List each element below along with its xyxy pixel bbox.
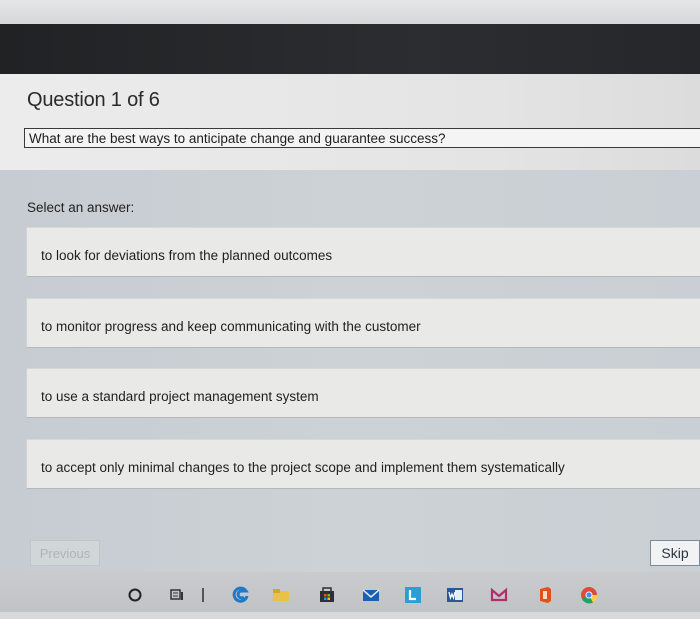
top-bezel — [0, 0, 700, 24]
answer-option-text: to look for deviations from the planned … — [41, 248, 333, 263]
word-icon[interactable] — [446, 586, 464, 604]
app-icon[interactable] — [490, 586, 508, 604]
answer-option-2[interactable]: to monitor progress and keep communicati… — [26, 298, 700, 348]
answer-option-text: to use a standard project management sys… — [41, 389, 319, 404]
answer-option-4[interactable]: to accept only minimal changes to the pr… — [26, 439, 700, 489]
answer-option-3[interactable]: to use a standard project management sys… — [26, 368, 700, 418]
edge-browser-icon[interactable] — [232, 586, 250, 604]
divider-icon — [200, 586, 208, 604]
mail-icon[interactable] — [362, 586, 380, 604]
answer-option-text: to monitor progress and keep communicati… — [41, 319, 421, 334]
answer-option-1[interactable]: to look for deviations from the planned … — [26, 227, 700, 277]
select-answer-label: Select an answer: — [27, 200, 135, 215]
search-icon[interactable] — [126, 586, 144, 604]
question-box: What are the best ways to anticipate cha… — [24, 128, 700, 148]
linkedin-learning-icon[interactable] — [404, 586, 422, 604]
store-icon[interactable] — [318, 586, 336, 604]
screen: Question 1 of 6 What are the best ways t… — [0, 0, 700, 619]
question-number: Question 1 of 6 — [27, 89, 160, 111]
bottom-bezel — [0, 612, 700, 619]
title-bar — [0, 24, 700, 74]
question-text: What are the best ways to anticipate cha… — [29, 131, 446, 146]
skip-button[interactable]: Skip — [650, 540, 700, 566]
task-view-icon[interactable] — [168, 586, 186, 604]
answer-option-text: to accept only minimal changes to the pr… — [41, 460, 565, 475]
office-icon[interactable] — [536, 586, 554, 604]
previous-button: Previous — [30, 540, 100, 566]
chrome-icon[interactable] — [580, 586, 598, 604]
file-explorer-icon[interactable] — [272, 586, 290, 604]
